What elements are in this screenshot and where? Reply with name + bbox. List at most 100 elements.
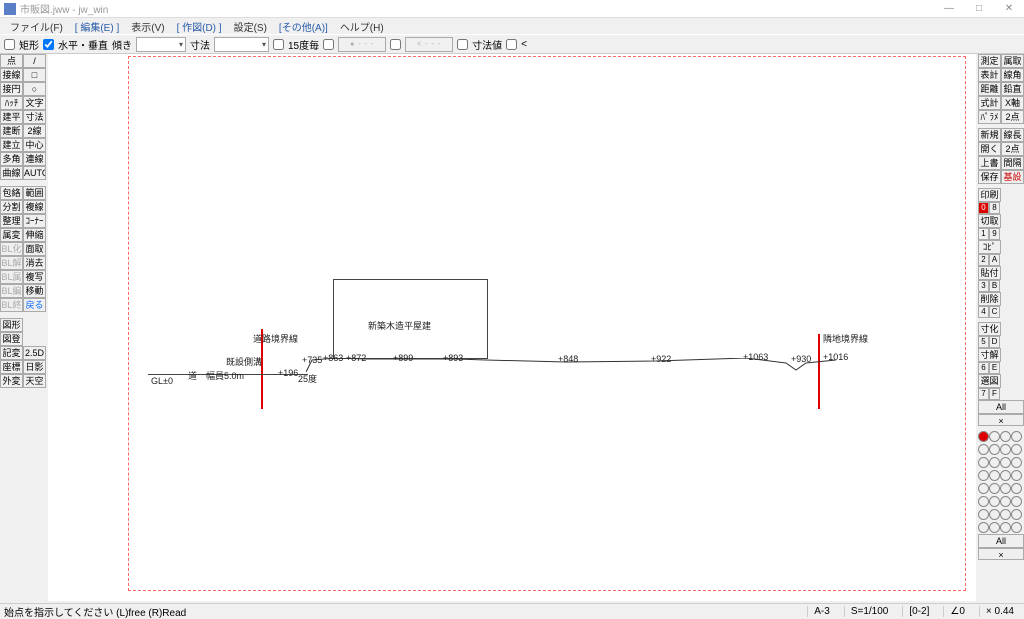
tool-line[interactable]: / — [23, 54, 46, 68]
rtool-選図[interactable]: 選図 — [978, 374, 1001, 388]
tool-外変[interactable]: 外変 — [0, 374, 23, 388]
menu-draw[interactable]: [ 作図(D) ] — [171, 18, 228, 34]
layer-0[interactable]: 0 — [978, 202, 989, 214]
lgrp-bb[interactable] — [1011, 470, 1022, 481]
tool-text[interactable]: 文字 — [23, 96, 46, 110]
lgrp-ab[interactable] — [1011, 457, 1022, 468]
lgrp-0b[interactable] — [1000, 431, 1011, 442]
tool-伸縮[interactable]: 伸縮 — [23, 228, 46, 242]
tool-erase[interactable]: 消去 — [23, 256, 46, 270]
menu-other[interactable]: [その他(A)] — [273, 18, 334, 34]
tool-move[interactable]: 移動 — [23, 284, 46, 298]
lgrp-7b[interactable] — [1000, 522, 1011, 533]
tool-2line[interactable]: 2線 — [23, 124, 46, 138]
layer-1[interactable]: 1 — [978, 228, 989, 240]
lgrp-4b[interactable] — [1000, 483, 1011, 494]
rect-checkbox[interactable] — [4, 39, 15, 50]
tool-点[interactable]: 点 — [0, 54, 23, 68]
tool-copy[interactable]: 複写 — [23, 270, 46, 284]
tool-undo[interactable]: 戻る — [23, 298, 46, 312]
tool-記変[interactable]: 記変 — [0, 346, 23, 360]
tool-属変[interactable]: 属変 — [0, 228, 23, 242]
rtool-all2[interactable]: All — [978, 534, 1024, 548]
rtool-上書[interactable]: 上書 — [978, 156, 1001, 170]
rtool-保存[interactable]: 保存 — [978, 170, 1001, 184]
last-checkbox[interactable] — [506, 39, 517, 50]
rtool-線角[interactable]: 線角 — [1001, 68, 1024, 82]
arrow-style[interactable]: < - - - — [405, 37, 453, 52]
rtool-x軸[interactable]: X軸 — [1001, 96, 1024, 110]
layer-b[interactable]: B — [989, 280, 1000, 292]
tool-poly[interactable]: 多角形 — [0, 152, 23, 166]
menu-help[interactable]: ヘルプ(H) — [334, 18, 390, 34]
maximize-button[interactable]: □ — [964, 1, 994, 17]
tool-日影[interactable]: 日影 — [23, 360, 46, 374]
dash-style[interactable]: ● - - - — [338, 37, 386, 52]
tool-curve[interactable]: 曲線 — [0, 166, 23, 180]
dimval-checkbox[interactable] — [457, 39, 468, 50]
lgrp-7[interactable] — [978, 522, 989, 533]
menu-file[interactable]: ファイル(F) — [4, 18, 69, 34]
layer-7[interactable]: 7 — [978, 388, 989, 400]
layer-4[interactable]: 4 — [978, 306, 989, 318]
tool-25d[interactable]: 2.5D — [23, 346, 46, 360]
lgrp-1[interactable] — [978, 444, 989, 455]
tool-bl化[interactable]: BL化 — [0, 242, 23, 256]
status-zoom[interactable]: × 0.44 — [979, 606, 1020, 617]
tool-center[interactable]: 中心線 — [23, 138, 46, 152]
tool-bl属[interactable]: BL属 — [0, 270, 23, 284]
lgrp-6[interactable] — [978, 509, 989, 520]
layer-9[interactable]: 9 — [989, 228, 1000, 240]
tool-建断[interactable]: 建断 — [0, 124, 23, 138]
rtool-線長[interactable]: 線長 — [1001, 128, 1024, 142]
lgrp-d[interactable] — [989, 496, 1000, 507]
lgrp-5[interactable] — [978, 496, 989, 507]
arrow-checkbox[interactable] — [390, 39, 401, 50]
rtool-2点長[interactable]: 2点長 — [1001, 142, 1024, 156]
menu-view[interactable]: 表示(V) — [125, 18, 170, 34]
rtool-式計[interactable]: 式計 — [978, 96, 1001, 110]
lgrp-e[interactable] — [989, 509, 1000, 520]
tool-circle[interactable]: ○ — [23, 82, 46, 96]
lgrp-9b[interactable] — [1011, 444, 1022, 455]
rtool-寸化[interactable]: 寸化 — [978, 322, 1001, 336]
rtool-基設[interactable]: 基設 — [1001, 170, 1024, 184]
tool-bl解[interactable]: BL解 — [0, 256, 23, 270]
lgrp-eb[interactable] — [1011, 509, 1022, 520]
tool-包絡[interactable]: 包絡 — [0, 186, 23, 200]
lgrp-0[interactable] — [978, 431, 989, 442]
layer-a[interactable]: A — [989, 254, 1000, 266]
tool-range[interactable]: 範囲 — [23, 186, 46, 200]
tool-分割[interactable]: 分割 — [0, 200, 23, 214]
tool-図登[interactable]: 図登 — [0, 332, 23, 346]
menu-settings[interactable]: 設定(S) — [228, 18, 273, 34]
lgrp-3[interactable] — [978, 470, 989, 481]
layer-d[interactable]: D — [989, 336, 1000, 348]
rtool-寸解[interactable]: 寸解 — [978, 348, 1001, 362]
minimize-button[interactable]: — — [934, 1, 964, 17]
rtool-param[interactable]: ﾊﾟﾗﾒ — [978, 110, 1001, 124]
tool-面取[interactable]: 面取 — [23, 242, 46, 256]
rtool-切取[interactable]: 切取 — [978, 214, 1001, 228]
tool-corner[interactable]: ｺｰﾅｰ — [23, 214, 46, 228]
layer-6[interactable]: 6 — [978, 362, 989, 374]
rtool-all[interactable]: All — [978, 400, 1024, 414]
close-button[interactable]: ✕ — [994, 1, 1024, 17]
rtool-属取[interactable]: 属取 — [1001, 54, 1024, 68]
layer-8[interactable]: 8 — [989, 202, 1000, 214]
tool-図形[interactable]: 図形 — [0, 318, 23, 332]
deg15-checkbox[interactable] — [273, 39, 284, 50]
rtool-新規[interactable]: 新規 — [978, 128, 1001, 142]
lgrp-3b[interactable] — [1000, 470, 1011, 481]
lgrp-db[interactable] — [1011, 496, 1022, 507]
rtool-2点角[interactable]: 2点角 — [1001, 110, 1024, 124]
lgrp-a[interactable] — [989, 457, 1000, 468]
layer-5[interactable]: 5 — [978, 336, 989, 348]
tool-複線[interactable]: 複線 — [23, 200, 46, 214]
tool-auto[interactable]: AUTO — [23, 166, 46, 180]
lgrp-8b[interactable] — [1011, 431, 1022, 442]
lgrp-f[interactable] — [989, 522, 1000, 533]
rtool-cross2[interactable]: × — [978, 548, 1024, 560]
layer-e[interactable]: E — [989, 362, 1000, 374]
rtool-印刷[interactable]: 印刷 — [978, 188, 1001, 202]
